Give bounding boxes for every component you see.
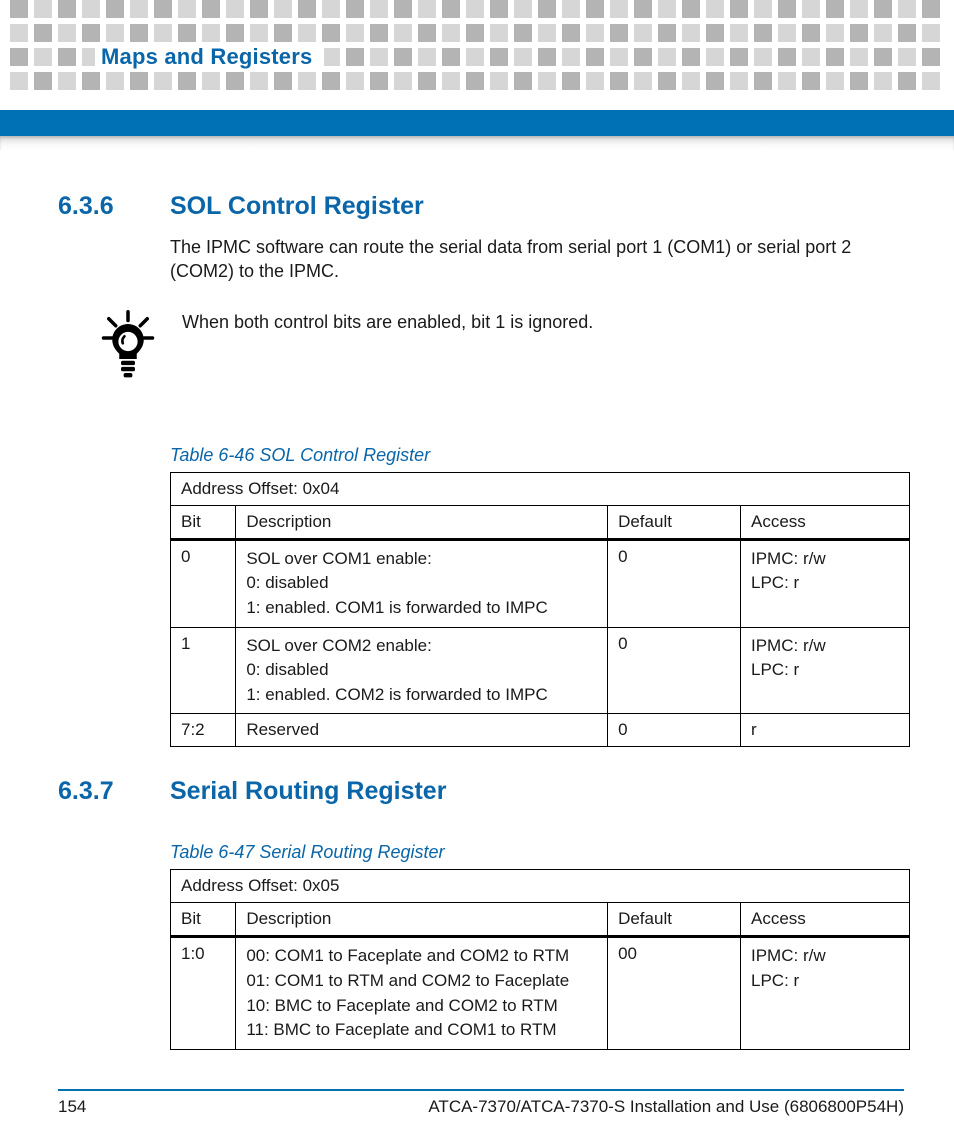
cell-def: 0	[608, 627, 741, 714]
table-646: Address Offset: 0x04 Bit Description Def…	[170, 472, 910, 748]
cell-def: 0	[608, 539, 741, 627]
doc-title-footer: ATCA-7370/ATCA-7370-S Installation and U…	[428, 1097, 904, 1117]
section-637-heading: 6.3.7 Serial Routing Register	[58, 777, 904, 806]
table-row: 1:0 00: COM1 to Faceplate and COM2 to RT…	[171, 937, 910, 1050]
tip-note: When both control bits are enabled, bit …	[100, 310, 904, 385]
cell-bit: 1:0	[171, 937, 236, 1050]
table-647-col-acc: Access	[741, 903, 910, 937]
cell-desc: SOL over COM1 enable: 0: disabled 1: ena…	[236, 539, 608, 627]
table-647-address: Address Offset: 0x05	[171, 870, 910, 903]
cell-bit: 0	[171, 539, 236, 627]
cell-desc: SOL over COM2 enable: 0: disabled 1: ena…	[236, 627, 608, 714]
cell-acc: IPMC: r/w LPC: r	[741, 627, 910, 714]
section-number-637: 6.3.7	[58, 777, 132, 806]
table-647: Address Offset: 0x05 Bit Description Def…	[170, 869, 910, 1050]
page-footer: 154 ATCA-7370/ATCA-7370-S Installation a…	[0, 1089, 954, 1117]
section-title-637: Serial Routing Register	[170, 777, 446, 806]
page-number: 154	[58, 1097, 86, 1117]
cell-def: 0	[608, 714, 741, 747]
cell-acc: IPMC: r/w LPC: r	[741, 937, 910, 1050]
cell-desc: Reserved	[236, 714, 608, 747]
table-646-col-def: Default	[608, 505, 741, 539]
table-row: 1 SOL over COM2 enable: 0: disabled 1: e…	[171, 627, 910, 714]
cell-acc: IPMC: r/w LPC: r	[741, 539, 910, 627]
table-row: 0 SOL over COM1 enable: 0: disabled 1: e…	[171, 539, 910, 627]
cell-def: 00	[608, 937, 741, 1050]
cell-desc: 00: COM1 to Faceplate and COM2 to RTM 01…	[236, 937, 608, 1050]
table-row: 7:2 Reserved 0 r	[171, 714, 910, 747]
table-646-col-bit: Bit	[171, 505, 236, 539]
lightbulb-icon	[100, 310, 156, 385]
cell-acc: r	[741, 714, 910, 747]
section-number-636: 6.3.6	[58, 192, 132, 221]
blue-divider-bar	[0, 110, 954, 136]
table-647-col-def: Default	[608, 903, 741, 937]
table-646-col-acc: Access	[741, 505, 910, 539]
table-647-col-desc: Description	[236, 903, 608, 937]
table-647-col-bit: Bit	[171, 903, 236, 937]
section-title-636: SOL Control Register	[170, 192, 424, 221]
table-647-caption: Table 6-47 Serial Routing Register	[170, 842, 904, 863]
chapter-title: Maps and Registers	[95, 42, 324, 72]
cell-bit: 1	[171, 627, 236, 714]
cell-bit: 7:2	[171, 714, 236, 747]
decorative-square-pattern: Maps and Registers	[0, 0, 954, 90]
section-636-paragraph: The IPMC software can route the serial d…	[170, 235, 904, 284]
tip-text: When both control bits are enabled, bit …	[182, 310, 593, 334]
table-646-col-desc: Description	[236, 505, 608, 539]
section-636-heading: 6.3.6 SOL Control Register	[58, 192, 904, 221]
gradient-divider-bar	[0, 136, 954, 150]
table-646-address: Address Offset: 0x04	[171, 472, 910, 505]
table-646-caption: Table 6-46 SOL Control Register	[170, 445, 904, 466]
